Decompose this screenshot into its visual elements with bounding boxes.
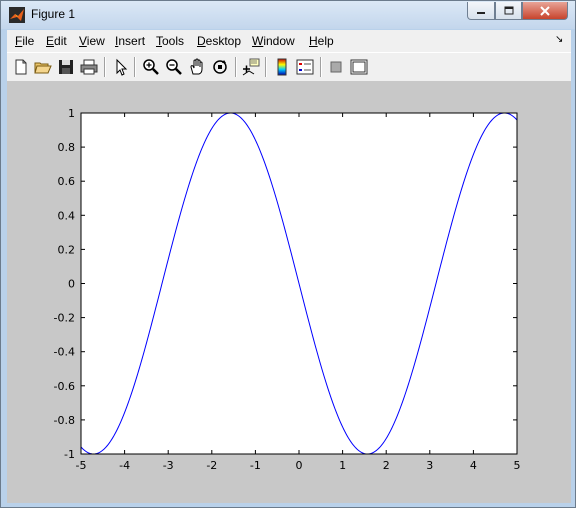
legend-icon — [296, 59, 314, 75]
colorbar-icon — [277, 58, 287, 76]
toolbar-separator — [235, 57, 237, 77]
print-button[interactable] — [79, 57, 99, 77]
figure-canvas[interactable]: -5 -4 -3 -2 -1 0 1 2 3 4 5 1 0.8 0.6 0.4 0.2 0 -0.2 -0.4 -0… — [7, 81, 571, 503]
open-file-icon — [34, 62, 52, 74]
show-plot-tools-button[interactable] — [349, 57, 369, 77]
data-cursor-button[interactable] — [241, 57, 261, 77]
toolbar-separator — [104, 57, 106, 77]
y-tick-label: -0.6 — [54, 380, 75, 393]
save-icon — [59, 60, 73, 74]
y-tick-label: -0.4 — [54, 346, 75, 359]
x-tick-label: 3 — [426, 459, 433, 472]
y-tick-label: 1 — [68, 107, 75, 120]
insert-colorbar-button[interactable] — [272, 57, 292, 77]
x-tick-label: 4 — [470, 459, 477, 472]
y-tick-label: -0.8 — [54, 414, 75, 427]
open-file-button[interactable] — [33, 57, 53, 77]
window-title: Figure 1 — [31, 7, 76, 21]
rotate-3d-button[interactable] — [210, 57, 230, 77]
zoom-out-icon — [166, 59, 182, 75]
x-tick-label: 0 — [296, 459, 303, 472]
x-tick-label: 5 — [514, 459, 521, 472]
menu-desktop[interactable]: Desktop — [197, 34, 241, 48]
toolbar-separator — [134, 57, 136, 77]
x-tick-label: 1 — [339, 459, 346, 472]
edit-plot-arrow-icon — [116, 58, 128, 76]
x-tick-label: -3 — [163, 459, 174, 472]
y-tick-label: 0.2 — [58, 243, 76, 256]
pan-button[interactable] — [187, 57, 207, 77]
rotate-3d-icon — [213, 60, 227, 74]
y-tick-label: 0.4 — [58, 209, 76, 222]
title-bar[interactable]: Figure 1 — [1, 1, 575, 29]
minimize-icon — [477, 11, 485, 14]
figure-window: Figure 1 File Edit View Insert Tools Des… — [0, 0, 576, 508]
print-icon — [80, 59, 98, 75]
toolbar-separator — [265, 57, 267, 77]
new-figure-icon — [15, 59, 27, 75]
y-tick-label: -0.2 — [54, 312, 75, 325]
figure-client-area: File Edit View Insert Tools Desktop Wind… — [7, 30, 571, 503]
save-button[interactable] — [56, 57, 76, 77]
pan-hand-icon — [190, 58, 203, 75]
x-tick-label: -1 — [250, 459, 261, 472]
minimize-button[interactable] — [467, 2, 495, 20]
matlab-icon — [9, 7, 25, 23]
new-figure-button[interactable] — [11, 57, 31, 77]
y-tick-label: -1 — [64, 448, 75, 461]
menu-bar: File Edit View Insert Tools Desktop Wind… — [7, 30, 571, 52]
toolbar-separator — [320, 57, 322, 77]
x-tick-label: 2 — [383, 459, 390, 472]
plot-axes[interactable]: -5 -4 -3 -2 -1 0 1 2 3 4 5 1 0.8 0.6 0.4 0.2 0 -0.2 -0.4 -0… — [7, 81, 571, 503]
menu-help[interactable]: Help — [309, 34, 334, 48]
zoom-in-icon — [143, 59, 159, 75]
insert-legend-button[interactable] — [295, 57, 315, 77]
show-plot-tools-icon — [350, 59, 368, 75]
data-cursor-icon — [242, 58, 260, 76]
x-tick-label: -2 — [206, 459, 217, 472]
y-tick-label: 0 — [68, 278, 75, 291]
maximize-icon — [504, 6, 513, 15]
menu-file[interactable]: File — [15, 34, 34, 48]
y-tick-label: 0.8 — [58, 141, 76, 154]
hide-plot-tools-button[interactable] — [326, 57, 346, 77]
x-tick-label: -4 — [119, 459, 130, 472]
menu-edit[interactable]: Edit — [46, 34, 67, 48]
y-tick-label: 0.6 — [58, 175, 76, 188]
menu-window[interactable]: Window — [252, 34, 295, 48]
dock-arrow-icon[interactable]: ↘ — [555, 34, 563, 45]
menu-insert[interactable]: Insert — [115, 34, 145, 48]
zoom-out-button[interactable] — [164, 57, 184, 77]
edit-plot-button[interactable] — [111, 57, 131, 77]
close-icon — [540, 5, 550, 16]
close-button[interactable] — [522, 2, 568, 20]
hide-plot-tools-icon — [330, 61, 342, 73]
menu-view[interactable]: View — [79, 34, 105, 48]
maximize-button[interactable] — [495, 2, 522, 20]
x-tick-label: -5 — [76, 459, 87, 472]
figure-toolbar — [7, 52, 571, 82]
zoom-in-button[interactable] — [141, 57, 161, 77]
menu-tools[interactable]: Tools — [156, 34, 184, 48]
